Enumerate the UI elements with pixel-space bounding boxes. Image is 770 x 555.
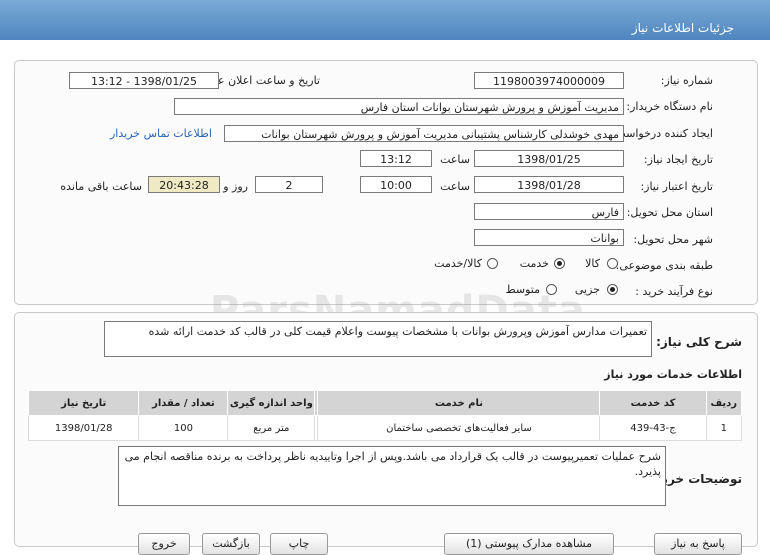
view-attachments-button[interactable]: مشاهده مدارک پیوستی (1) (444, 533, 614, 555)
requester-field: مهدی خوشدلی کارشناس پشتیبانی مدیریت آموز… (224, 125, 624, 142)
print-button[interactable]: چاپ (270, 533, 328, 555)
category-goods-radio[interactable] (607, 258, 618, 269)
created-date-field: 1398/01/25 (474, 150, 624, 167)
province-label: استان محل تحویل: (626, 206, 713, 219)
category-goods-label: کالا (585, 257, 600, 270)
province-field: فارس (474, 203, 624, 220)
buyer-org-field: مدیریت آموزش و پرورش شهرستان بوانات استا… (174, 98, 624, 115)
validity-date-field: 1398/01/28 (474, 176, 624, 193)
announce-datetime-field: 1398/01/25 - 13:12 (69, 72, 219, 89)
cell-service-code: ج-43-439 (599, 415, 707, 441)
services-header-row: تاریخ نیاز تعداد / مقدار واحد اندازه گیر… (27, 390, 743, 416)
services-table: تاریخ نیاز تعداد / مقدار واحد اندازه گیر… (27, 390, 743, 441)
cell-quantity: 100 (138, 415, 229, 441)
remaining-label: ساعت باقی مانده (60, 180, 142, 193)
col-quantity: تعداد / مقدار (138, 390, 229, 416)
category-both-label: کالا/خدمت (434, 257, 482, 270)
cell-service-name: سایر فعالیت‌های تخصصی ساختمان (317, 415, 601, 441)
back-button[interactable]: بازگشت (202, 533, 260, 555)
col-service-code: کد خدمت (599, 390, 707, 416)
process-minor-radio[interactable] (607, 284, 618, 295)
page-header: جزئیات اطلاعات نیاز (0, 0, 770, 40)
cell-need-date: 1398/01/28 (27, 415, 140, 441)
reply-button[interactable]: پاسخ به نیاز (654, 533, 742, 555)
col-row: ردیف (705, 390, 743, 416)
cell-row-number: 1 (705, 415, 743, 441)
validity-date-label: تاریخ اعتبار نیاز: (640, 180, 713, 193)
summary-field: تعمیرات مدارس آموزش وپرورش بوانات با مشخ… (104, 321, 652, 357)
exit-button[interactable]: خروج (138, 533, 190, 555)
remaining-days-field: 2 (255, 176, 323, 193)
city-field: بوانات (474, 229, 624, 246)
col-need-date: تاریخ نیاز (27, 390, 140, 416)
validity-time-label: ساعت (440, 180, 470, 193)
buyer-contact-link[interactable]: اطلاعات تماس خریدار (110, 127, 212, 140)
buyer-notes-field: شرح عملیات تعمیرپیوست در قالب یک قرارداد… (118, 446, 666, 506)
summary-label: شرح کلی نیاز: (656, 335, 742, 349)
col-unit: واحد اندازه گیری (227, 390, 316, 416)
cell-unit: متر مربع (227, 415, 316, 441)
category-service-radio[interactable] (554, 258, 565, 269)
services-title: اطلاعات خدمات مورد نیاز (604, 368, 742, 381)
days-label: روز و (223, 180, 248, 193)
col-service-name: نام خدمت (317, 390, 601, 416)
category-service-label: خدمت (519, 257, 549, 270)
city-label: شهر محل تحویل: (633, 233, 713, 246)
buyer-org-label: نام دستگاه خریدار: (626, 100, 713, 113)
category-both-radio[interactable] (487, 258, 498, 269)
process-label: نوع فرآیند خرید : (635, 285, 713, 298)
created-time-field: 13:12 (360, 150, 432, 167)
created-time-label: ساعت (440, 153, 470, 166)
requester-label: ایجاد کننده درخواست: (611, 127, 713, 140)
validity-time-field: 10:00 (360, 176, 432, 193)
table-row: 1398/01/28 100 متر مربع سایر فعالیت‌های … (27, 415, 743, 441)
need-number-field: 1198003974000009 (474, 72, 624, 89)
page-title: جزئیات اطلاعات نیاز (631, 21, 734, 35)
category-label: طبقه بندی موضوعی: (615, 259, 713, 272)
need-number-label: شماره نیاز: (660, 74, 713, 87)
created-date-label: تاریخ ایجاد نیاز: (643, 153, 713, 166)
remaining-time-field: 20:43:28 (148, 176, 220, 193)
